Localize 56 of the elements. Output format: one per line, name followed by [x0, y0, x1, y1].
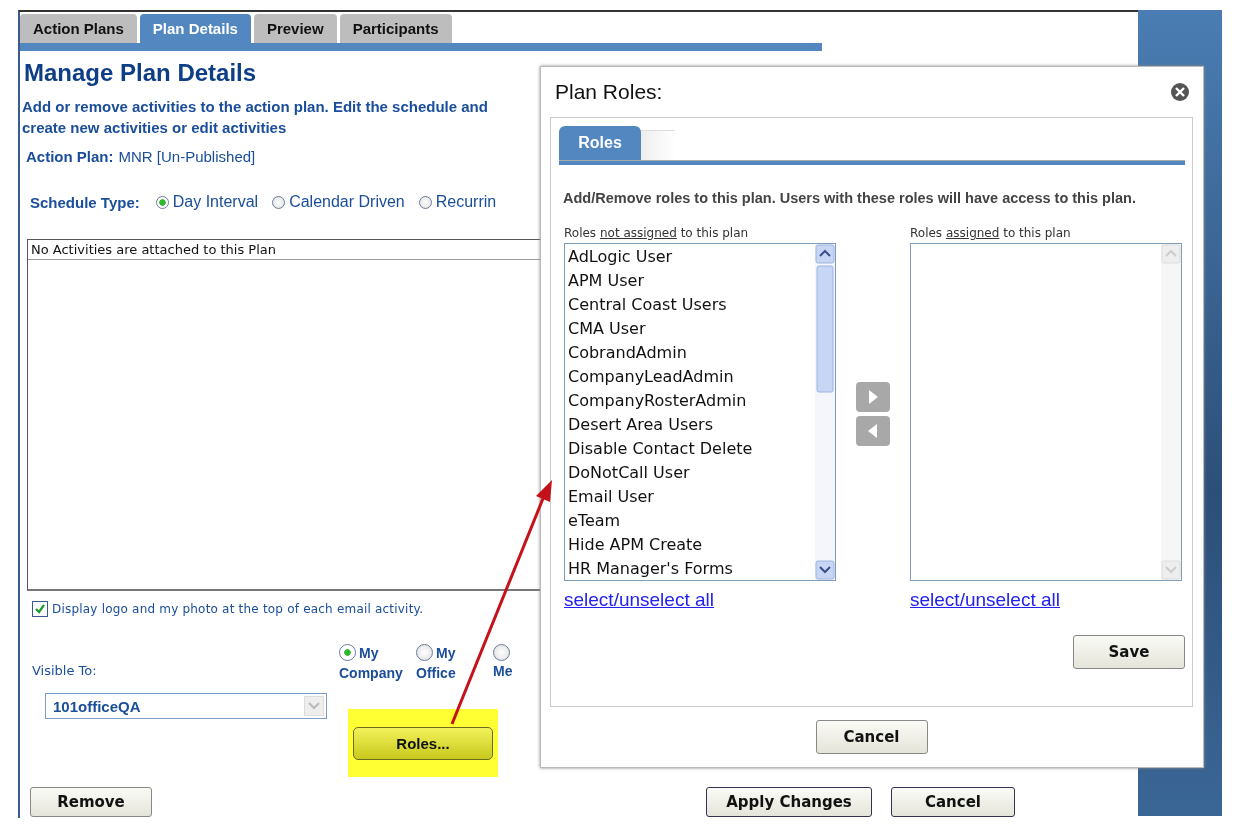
action-plan-label: Action Plan:	[26, 148, 114, 165]
visible-to-label: Visible To:	[32, 663, 98, 680]
list-item[interactable]: Hide APM Create	[565, 533, 815, 557]
radio-button[interactable]	[272, 195, 286, 209]
radio-option[interactable]: My Company	[339, 643, 413, 683]
radio-button[interactable]	[416, 644, 433, 661]
action-plan-value: MNR [Un-Published]	[118, 148, 256, 165]
dialog-title: Plan Roles:	[555, 80, 663, 104]
move-right-button[interactable]	[856, 382, 890, 412]
dialog-description: Add/Remove roles to this plan. Users with these roles will have access to this plan.	[563, 189, 1137, 208]
save-button[interactable]: Save	[1073, 635, 1185, 669]
cancel-button[interactable]: Cancel	[815, 720, 928, 754]
office-dropdown[interactable]: 101officeQA	[45, 693, 327, 719]
radio-option[interactable]: Me	[493, 643, 517, 683]
list-item[interactable]: Central Coast Users	[565, 293, 815, 317]
list-item[interactable]: Disable Contact Delete	[565, 437, 815, 461]
list-item[interactable]: CMA User	[565, 317, 815, 341]
list-item[interactable]: eTeam	[565, 509, 815, 533]
radio-button[interactable]	[339, 644, 356, 661]
list-item[interactable]: Desert Area Users	[565, 413, 815, 437]
checkbox-label[interactable]: Display logo and my photo at the top of each email activity.	[52, 602, 424, 616]
tab[interactable]: Action Plans	[20, 14, 137, 43]
checkbox[interactable]	[32, 601, 48, 617]
list-item[interactable]: CompanyLeadAdmin	[565, 365, 815, 389]
list-item[interactable]: HR Manager's Forms	[565, 557, 815, 581]
scrollbar[interactable]	[815, 244, 835, 580]
page-description: Add or remove activities to the action plan. Edit the schedule and create new activities or edit activities	[22, 97, 489, 138]
tab[interactable]: Plan Details	[139, 14, 251, 43]
select-all-link[interactable]: select/unselect all	[910, 589, 1060, 611]
tab[interactable]: Participants	[339, 14, 452, 43]
radio-label[interactable]: Calendar Driven	[289, 193, 405, 211]
roles-button[interactable]: Roles...	[353, 726, 493, 760]
move-left-button[interactable]	[856, 416, 890, 446]
list-item[interactable]: Email User	[565, 485, 815, 509]
radio-label[interactable]: Day Interval	[172, 193, 259, 211]
list-label: Roles not assigned to this plan	[564, 226, 750, 240]
cancel-button[interactable]: Cancel	[891, 787, 1015, 817]
close-icon[interactable]	[1170, 82, 1190, 102]
radio-button[interactable]	[418, 195, 432, 209]
radio-button[interactable]	[493, 644, 510, 661]
page-title: Manage Plan Details	[24, 59, 258, 87]
radio-button[interactable]	[155, 195, 169, 209]
tab[interactable]: Roles	[559, 126, 641, 160]
apply-changes-button[interactable]: Apply Changes	[706, 787, 872, 817]
list-label: Roles assigned to this plan	[910, 226, 1072, 240]
list-item[interactable]: CompanyRosterAdmin	[565, 389, 815, 413]
radio-option[interactable]: My Office	[416, 643, 490, 683]
schedule-type-label: Schedule Type:	[30, 193, 140, 211]
list-item[interactable]: APM User	[565, 269, 815, 293]
radio-label[interactable]: Recurrin	[435, 193, 497, 211]
select-all-link[interactable]: select/unselect all	[564, 589, 714, 611]
tab[interactable]: Preview	[253, 14, 337, 43]
list-item[interactable]: DoNotCall User	[565, 461, 815, 485]
roles-list[interactable]	[564, 243, 836, 581]
remove-button[interactable]: Remove	[30, 787, 152, 817]
list-item[interactable]: CobrandAdmin	[565, 341, 815, 365]
